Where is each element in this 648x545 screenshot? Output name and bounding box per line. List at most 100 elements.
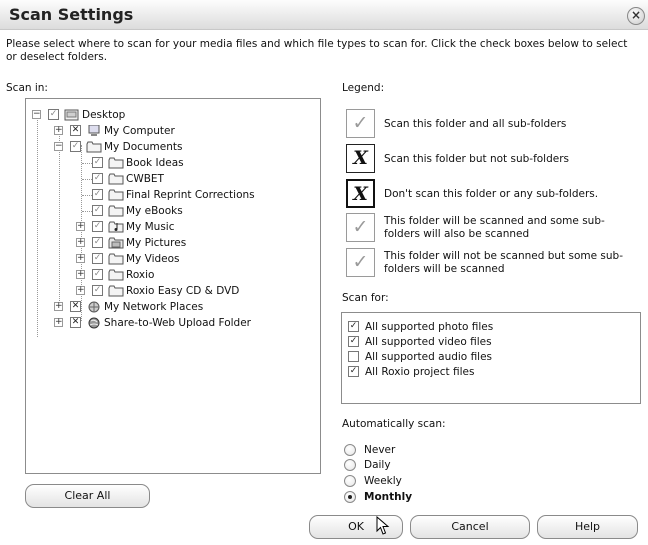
tree-checkbox[interactable]: ✓: [92, 237, 103, 248]
expand-icon[interactable]: +: [76, 286, 85, 295]
folder-icon: [108, 189, 124, 201]
file-type-label: All supported photo files: [365, 321, 494, 333]
cancel-button[interactable]: Cancel: [410, 515, 530, 539]
radio-label: Daily: [364, 459, 391, 471]
scan-settings-dialog: Scan Settings × Please select where to s…: [0, 0, 648, 545]
legend-text: Don't scan this folder or any sub-folder…: [384, 188, 599, 200]
tree-item-label: Share-to-Web Upload Folder: [104, 317, 251, 329]
close-button[interactable]: ×: [627, 7, 645, 25]
expand-icon[interactable]: +: [76, 254, 85, 263]
legend-box-subfolders-only: ✓: [346, 248, 375, 277]
tree-item-label: My eBooks: [126, 205, 183, 217]
pictures-folder-icon: [108, 237, 124, 249]
close-icon: ×: [630, 8, 642, 22]
tree-checkbox[interactable]: ✓: [70, 141, 81, 152]
file-type-label: All Roxio project files: [365, 366, 475, 378]
radio-button[interactable]: [344, 444, 356, 456]
expand-icon[interactable]: +: [76, 238, 85, 247]
tree-checkbox[interactable]: ✓: [48, 109, 59, 120]
tree-item-label: My Network Places: [104, 301, 204, 313]
tree-item-label: Book Ideas: [126, 157, 184, 169]
folder-icon: [108, 173, 124, 185]
tree-connector: [82, 211, 92, 212]
radio-button[interactable]: [344, 459, 356, 471]
radio-button-selected[interactable]: [344, 491, 356, 503]
tree-checkbox[interactable]: ✓: [92, 221, 103, 232]
collapse-icon[interactable]: −: [32, 110, 41, 119]
share-web-icon: [88, 317, 100, 329]
title-bar: Scan Settings ×: [0, 0, 648, 30]
tree-checkbox[interactable]: ✓: [92, 253, 103, 264]
folder-icon: [108, 205, 124, 217]
tree-checkbox[interactable]: ✓: [92, 157, 103, 168]
file-type-checkbox[interactable]: [348, 351, 359, 362]
file-type-label: All supported audio files: [365, 351, 493, 363]
tree-checkbox[interactable]: ✕: [70, 301, 81, 312]
expand-icon[interactable]: +: [76, 270, 85, 279]
file-type-checkbox[interactable]: ✓: [348, 336, 359, 347]
tree-connector: [59, 129, 60, 307]
tree-connector: [37, 113, 38, 337]
folder-icon: [108, 253, 124, 265]
computer-icon: [88, 125, 100, 136]
tree-item-label: My Music: [126, 221, 175, 233]
music-folder-icon: [108, 221, 124, 233]
check-icon: ✓: [352, 216, 369, 238]
tree-item-label: My Videos: [126, 253, 180, 265]
tree-connector: [82, 163, 92, 164]
folder-icon: [108, 269, 124, 281]
tree-checkbox[interactable]: ✕: [70, 125, 81, 136]
x-icon: X: [353, 147, 368, 169]
folder-icon: [108, 157, 124, 169]
scan-for-label: Scan for:: [342, 292, 389, 304]
tree-item-label: My Computer: [104, 125, 175, 137]
legend-box-folder-only: X: [346, 144, 375, 173]
tree-connector: [82, 179, 92, 180]
radio-dot: [348, 495, 352, 499]
desktop-icon: [64, 109, 79, 121]
check-icon: ✓: [352, 251, 369, 273]
tree-checkbox[interactable]: ✕: [70, 317, 81, 328]
radio-button[interactable]: [344, 475, 356, 487]
auto-scan-label: Automatically scan:: [342, 418, 446, 430]
collapse-icon[interactable]: −: [54, 142, 63, 151]
expand-icon[interactable]: +: [54, 318, 63, 327]
tree-connector: [82, 195, 92, 196]
tree-item-label: Desktop: [82, 109, 126, 121]
tree-item-label: Roxio Easy CD & DVD: [126, 285, 240, 297]
dialog-description: Please select where to scan for your med…: [6, 38, 628, 63]
expand-icon[interactable]: +: [54, 126, 63, 135]
tree-checkbox[interactable]: ✓: [92, 189, 103, 200]
x-icon: X: [353, 183, 368, 205]
tree-item-label: My Pictures: [126, 237, 187, 249]
legend-box-no-scan: X: [346, 179, 375, 208]
help-button[interactable]: Help: [537, 515, 638, 539]
legend-text: Scan this folder but not sub-folders: [384, 153, 570, 165]
tree-item-label: Final Reprint Corrections: [126, 189, 255, 201]
expand-icon[interactable]: +: [76, 222, 85, 231]
legend-label: Legend:: [342, 82, 385, 94]
tree-checkbox[interactable]: ✓: [92, 173, 103, 184]
check-icon: ✓: [352, 112, 369, 134]
mouse-cursor-icon: [376, 516, 390, 535]
tree-checkbox[interactable]: ✓: [92, 285, 103, 296]
folder-icon: [108, 285, 124, 297]
clear-all-button[interactable]: Clear All: [25, 484, 150, 508]
radio-label: Never: [364, 444, 396, 456]
legend-text: This folder will not be scanned but some…: [384, 250, 624, 275]
network-icon: [88, 301, 100, 313]
tree-item-label: CWBET: [126, 173, 164, 185]
scan-for-list: ✓ All supported photo files ✓ All suppor…: [341, 312, 641, 404]
file-type-checkbox[interactable]: ✓: [348, 321, 359, 332]
tree-checkbox[interactable]: ✓: [92, 205, 103, 216]
scan-in-label: Scan in:: [6, 82, 48, 94]
folder-tree[interactable]: − ✓ Desktop + ✕ My Computer − ✓ My Docum…: [25, 98, 321, 474]
tree-checkbox[interactable]: ✓: [92, 269, 103, 280]
radio-label: Weekly: [364, 475, 402, 487]
tree-item-label: Roxio: [126, 269, 155, 281]
file-type-label: All supported video files: [365, 336, 492, 348]
legend-text: Scan this folder and all sub-folders: [384, 118, 567, 130]
radio-label: Monthly: [364, 491, 413, 503]
file-type-checkbox[interactable]: ✓: [348, 366, 359, 377]
expand-icon[interactable]: +: [54, 302, 63, 311]
